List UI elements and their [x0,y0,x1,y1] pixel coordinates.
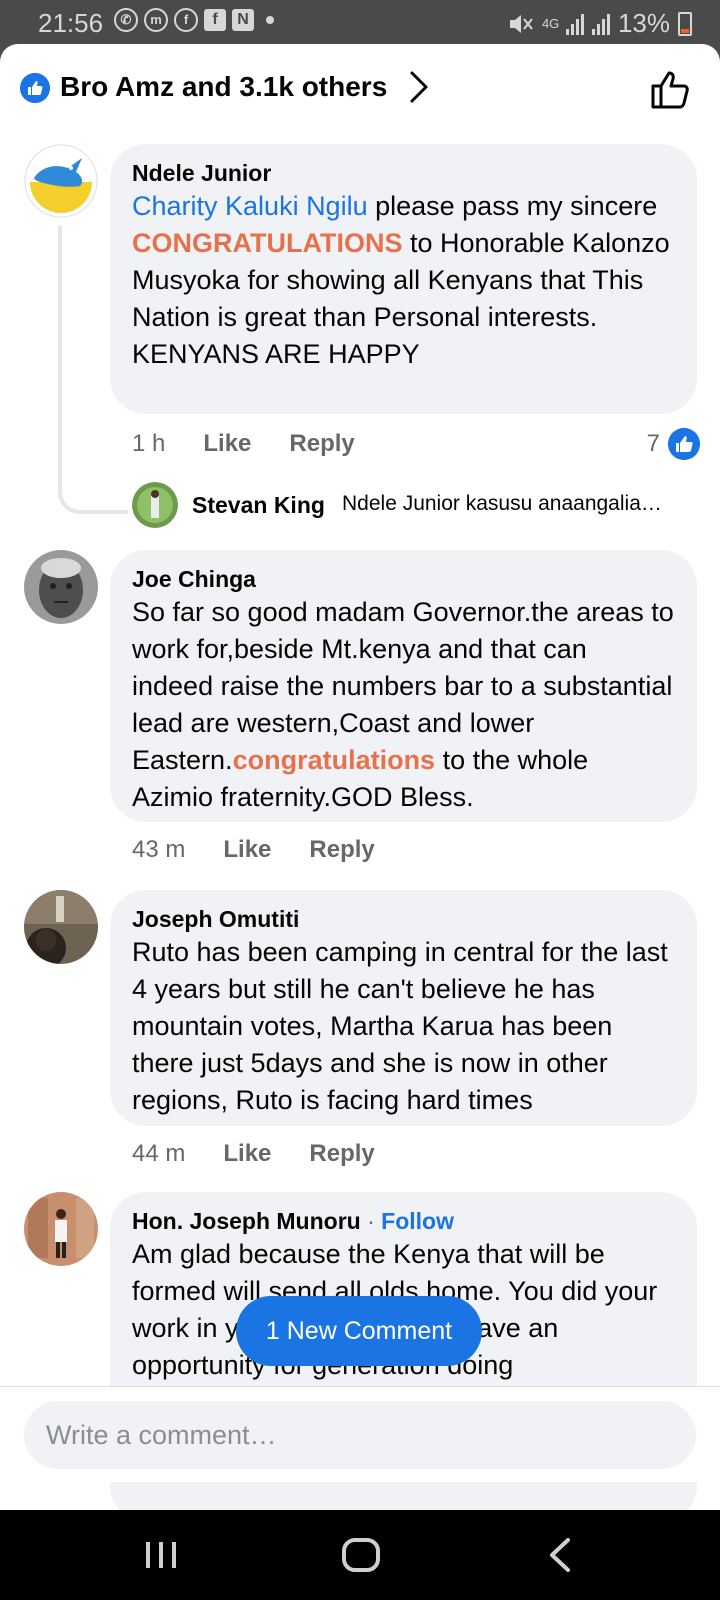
reaction-count[interactable]: 7 [647,428,700,460]
avatar-photo-icon [24,1192,98,1266]
comment-author[interactable]: Ndele Junior [132,158,675,188]
avatar[interactable] [24,550,98,624]
system-nav-bar [0,1510,720,1600]
comment-text: So far so good madam Governor.the areas … [132,594,675,816]
comment-bubble[interactable]: Joseph Omutiti Ruto has been camping in … [110,890,697,1126]
messenger-icon: m [144,8,168,32]
dove-avatar-icon [24,144,98,218]
chevron-right-icon[interactable] [408,70,430,104]
new-comment-button[interactable]: 1 New Comment [236,1296,482,1366]
network-type-icon: 4G [541,15,560,31]
signal-icon-2 [591,13,610,35]
comment-composer-bar [0,1386,720,1482]
status-bar: 21:56 ✆ m f f N 4G 13% [0,0,720,46]
avatar[interactable] [132,482,178,528]
highlight-text: congratulations [232,745,436,775]
battery-icon [678,11,692,36]
like-badge-icon [20,73,50,103]
notification-icons: ✆ m f f N [114,8,274,32]
back-icon[interactable] [536,1530,586,1580]
comment-meta: 44 m Like Reply [132,1140,413,1168]
avatar[interactable] [24,144,98,218]
comment-input[interactable] [24,1401,696,1469]
reactions-header[interactable]: Bro Amz and 3.1k others [0,44,720,134]
comments-sheet: Bro Amz and 3.1k others Ndele Junior Cha… [0,44,720,1510]
comment-bubble[interactable]: Joe Chinga So far so good madam Governor… [110,550,697,822]
n-icon: N [232,9,254,31]
reply-button[interactable]: Reply [309,836,374,864]
signal-icon-1 [565,13,584,35]
like-button[interactable]: Like [203,430,251,458]
follow-button[interactable]: Follow [381,1208,454,1234]
comment-meta: 1 h Like Reply [132,430,393,458]
whatsapp-icon: ✆ [114,8,138,32]
comment-text: Charity Kaluki Ngilu please pass my sinc… [132,188,675,373]
reply-preview[interactable]: Stevan King Ndele Junior kasusu anaangal… [132,482,702,532]
reply-button[interactable]: Reply [309,1140,374,1168]
battery-percent: 13% [617,8,670,38]
avatar-photo-icon [132,482,178,528]
reply-button[interactable]: Reply [289,430,354,458]
like-reaction-icon [668,428,700,460]
dot-icon [266,16,274,24]
facebook-icon: f [174,8,198,32]
mention-link[interactable]: Charity Kaluki Ngilu [132,191,368,221]
avatar-photo-icon [24,550,98,624]
comment-author[interactable]: Joe Chinga [132,564,675,594]
comment-author-row: Hon. Joseph Munoru · Follow [132,1206,675,1236]
reply-snippet[interactable]: Ndele Junior kasusu anaangalia… [342,492,702,516]
home-icon[interactable] [336,1530,386,1580]
comment-text: Ruto has been camping in central for the… [132,937,668,1115]
avatar-photo-icon [24,890,98,964]
follow-separator: · [360,1208,382,1234]
thumbs-up-icon[interactable] [650,68,692,110]
comment-author[interactable]: Hon. Joseph Munoru [132,1208,361,1234]
reaction-count-value: 7 [646,430,660,457]
mute-icon [509,14,533,33]
highlight-text: CONGRATULATIONS [132,228,403,258]
avatar[interactable] [24,1192,98,1266]
comment-time: 44 m [132,1140,186,1167]
status-time: 21:56 [38,8,104,38]
reply-author[interactable]: Stevan King [192,492,325,519]
comment-time: 43 m [132,836,186,863]
like-button[interactable]: Like [223,836,271,864]
reactions-summary[interactable]: Bro Amz and 3.1k others [60,71,387,103]
comment-bubble[interactable]: Ndele Junior Charity Kaluki Ngilu please… [110,144,697,414]
recents-icon[interactable] [136,1530,186,1580]
comment-author[interactable]: Joseph Omutiti [132,904,675,934]
system-icons: 4G 13% [508,8,692,39]
comment-text-part: please pass my sincere [367,191,658,221]
avatar[interactable] [24,890,98,964]
comment-meta: 43 m Like Reply [132,836,413,864]
like-button[interactable]: Like [223,1140,271,1168]
facebook-square-icon: f [204,9,226,31]
comment-time: 1 h [132,430,166,457]
